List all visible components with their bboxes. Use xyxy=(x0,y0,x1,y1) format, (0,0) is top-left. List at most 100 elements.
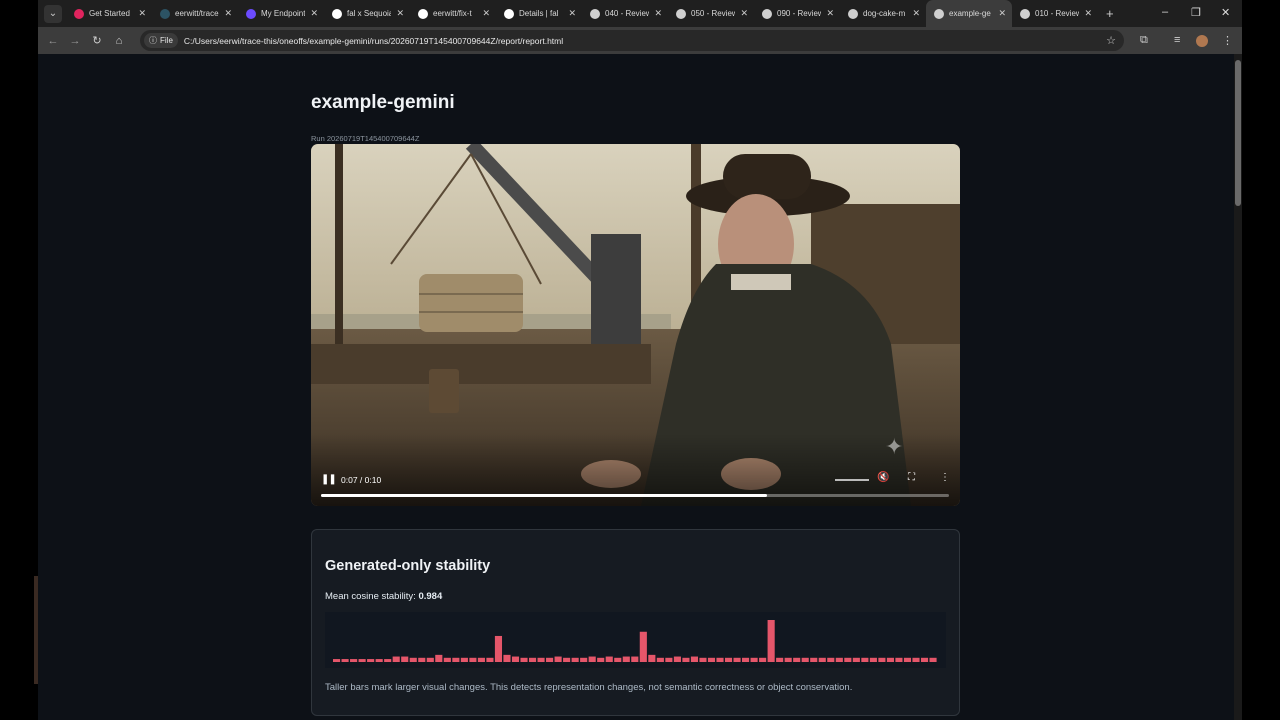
pause-button[interactable]: ❚❚ xyxy=(321,474,337,485)
browser-tab[interactable]: 050 - Review ✕ xyxy=(668,0,754,27)
tab-label: Details | fal xyxy=(519,9,559,18)
stability-bar xyxy=(631,656,639,662)
page-title: example-gemini xyxy=(311,92,455,113)
browser-menu-icon[interactable]: ⋮ xyxy=(1222,34,1233,47)
stability-bar-chart xyxy=(325,612,946,668)
tab-search-button[interactable]: ⌄ xyxy=(44,4,62,23)
address-bar[interactable]: ⓘ File C:/Users/eerwi/trace-this/oneoffs… xyxy=(140,30,1124,51)
tab-close-icon[interactable]: ✕ xyxy=(568,8,576,19)
stability-bar xyxy=(776,657,784,662)
reload-button[interactable]: ↻ xyxy=(86,34,108,47)
tab-close-icon[interactable]: ✕ xyxy=(1084,8,1092,19)
video-player[interactable]: ✦ ❚❚ 0:07 / 0:10 🔇 ⛶ ⋮ xyxy=(311,144,960,506)
profile-avatar[interactable] xyxy=(1196,35,1208,47)
home-button[interactable]: ⌂ xyxy=(108,35,130,47)
more-options-icon[interactable]: ⋮ xyxy=(940,472,950,483)
stability-bar xyxy=(759,657,767,662)
stability-bar xyxy=(477,657,485,662)
back-button[interactable]: ← xyxy=(42,35,64,47)
stability-bar xyxy=(401,656,409,662)
scrollbar-thumb[interactable] xyxy=(1235,60,1241,206)
video-progress-bar[interactable] xyxy=(321,494,949,497)
browser-tab[interactable]: Details | fal ✕ xyxy=(496,0,582,27)
tab-close-icon[interactable]: ✕ xyxy=(482,8,490,19)
fullscreen-icon[interactable]: ⛶ xyxy=(908,472,915,483)
tab-close-icon[interactable]: ✕ xyxy=(740,8,748,19)
stability-bar xyxy=(622,656,630,662)
tab-label: My Endpoints xyxy=(261,9,305,18)
browser-tab[interactable]: eerwitt/trace ✕ xyxy=(152,0,238,27)
stability-bar xyxy=(827,657,835,662)
page-scrollbar[interactable] xyxy=(1234,54,1242,720)
tab-favicon-icon xyxy=(160,8,170,19)
site-info-chip[interactable]: ⓘ File xyxy=(144,33,178,48)
extensions-icon[interactable]: ⧉ xyxy=(1140,34,1148,47)
tab-close-icon[interactable]: ✕ xyxy=(826,8,834,19)
stability-bar xyxy=(861,657,869,662)
tab-favicon-icon xyxy=(418,8,428,19)
tab-label: 090 - Review xyxy=(777,9,821,18)
tab-close-icon[interactable]: ✕ xyxy=(998,8,1006,19)
tab-close-icon[interactable]: ✕ xyxy=(224,8,232,19)
media-controls-icon[interactable]: ≡ xyxy=(1174,34,1180,46)
stability-bar xyxy=(707,657,716,662)
stability-bar xyxy=(486,657,494,662)
stability-bar xyxy=(673,656,681,662)
bookmark-star-icon[interactable]: ☆ xyxy=(1106,34,1116,47)
tab-close-icon[interactable]: ✕ xyxy=(310,8,318,19)
forward-button[interactable]: → xyxy=(64,35,86,47)
browser-tab[interactable]: My Endpoints ✕ xyxy=(238,0,324,27)
tab-close-icon[interactable]: ✕ xyxy=(138,8,146,19)
new-tab-button[interactable]: + xyxy=(1106,6,1114,21)
volume-slider[interactable] xyxy=(835,479,869,481)
stability-title: Generated-only stability xyxy=(325,558,491,574)
tab-favicon-icon xyxy=(1020,8,1030,19)
stability-bar xyxy=(852,657,860,662)
stability-bar xyxy=(767,620,775,662)
stability-bar xyxy=(469,657,477,662)
browser-tab[interactable]: fal x Sequoia ✕ xyxy=(324,0,410,27)
browser-window: ⌄ Get Started ✕ eerwitt/trace ✕ My Endpoints… xyxy=(38,0,1242,720)
close-window-button[interactable]: ✕ xyxy=(1221,6,1230,19)
video-controls: ❚❚ 0:07 / 0:10 🔇 ⛶ ⋮ xyxy=(311,466,960,506)
tab-favicon-icon xyxy=(848,8,858,19)
minimize-button[interactable]: – xyxy=(1162,6,1168,18)
stability-bar xyxy=(656,657,664,662)
video-frame-image xyxy=(311,144,960,506)
stability-bar xyxy=(733,657,741,662)
browser-tab[interactable]: eerwitt/fix-t ✕ xyxy=(410,0,496,27)
stability-bar xyxy=(724,657,733,662)
stability-bar xyxy=(810,657,818,662)
tab-label: dog-cake-m xyxy=(863,9,906,18)
stability-bar xyxy=(460,657,468,662)
stability-bar xyxy=(520,657,528,662)
tab-close-icon[interactable]: ✕ xyxy=(912,8,920,19)
restore-button[interactable]: ❐ xyxy=(1191,6,1201,19)
tab-close-icon[interactable]: ✕ xyxy=(396,8,404,19)
tab-close-icon[interactable]: ✕ xyxy=(654,8,662,19)
stability-bar xyxy=(597,657,605,662)
tab-label: 050 - Review xyxy=(691,9,735,18)
browser-tab[interactable]: 090 - Review ✕ xyxy=(754,0,840,27)
stability-bar xyxy=(571,657,579,662)
tab-favicon-icon xyxy=(676,8,686,19)
stability-bar xyxy=(511,656,520,662)
desktop-frame: ⌄ Get Started ✕ eerwitt/trace ✕ My Endpoints… xyxy=(0,0,1280,720)
browser-tab[interactable]: Get Started ✕ xyxy=(66,0,152,27)
browser-tab[interactable]: example-ge ✕ xyxy=(926,0,1012,27)
stability-bar xyxy=(784,657,792,662)
tab-label: example-ge xyxy=(949,9,991,18)
tab-favicon-icon xyxy=(590,8,600,19)
tab-list: Get Started ✕ eerwitt/trace ✕ My Endpoints ✕ f… xyxy=(66,0,1098,27)
stability-bar xyxy=(614,657,622,662)
stability-bar xyxy=(844,657,852,662)
tab-label: 040 - Review xyxy=(605,9,649,18)
browser-tab[interactable]: dog-cake-m ✕ xyxy=(840,0,926,27)
tab-favicon-icon xyxy=(934,8,944,19)
stability-bar xyxy=(912,657,920,662)
stability-bar xyxy=(528,657,537,662)
mute-icon[interactable]: 🔇 xyxy=(877,472,889,483)
url-text: C:/Users/eerwi/trace-this/oneoffs/exampl… xyxy=(183,35,564,46)
browser-tab[interactable]: 010 - Review ✕ xyxy=(1012,0,1098,27)
browser-tab[interactable]: 040 - Review ✕ xyxy=(582,0,668,27)
